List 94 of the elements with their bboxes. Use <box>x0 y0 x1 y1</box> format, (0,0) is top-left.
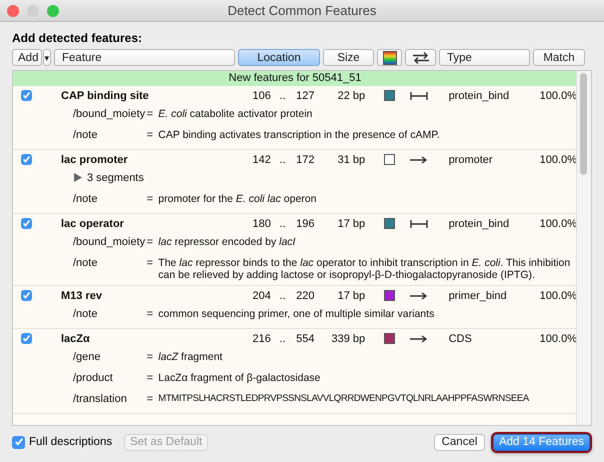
range-separator: .. <box>278 154 287 166</box>
zoom-button[interactable] <box>47 5 59 17</box>
match-percent: 100.0% <box>538 90 577 102</box>
column-header[interactable]: Size <box>323 49 374 66</box>
qualifier-value: The lac repressor binds to the lac operator to inhibit transcription in E. coli. This inhibition can be relieved by adding lactose or isopropyl-β-D-thiogalactopyranoside (IPTG). <box>158 257 572 281</box>
match-percent: 100.0% <box>538 332 577 344</box>
disclosure-triangle-icon[interactable] <box>74 173 82 182</box>
color-spectrum-icon <box>382 50 396 64</box>
checkbox[interactable] <box>21 90 32 101</box>
end-position: 127 <box>296 90 316 102</box>
equals-sign: = <box>146 372 154 384</box>
feature-size: 339 bp <box>330 332 366 344</box>
feature-name: M13 rev <box>61 290 103 302</box>
end-position: 554 <box>296 332 316 344</box>
right-arrow-icon <box>410 334 428 342</box>
checkbox[interactable] <box>21 290 32 301</box>
qualifier-key: /note <box>73 257 147 269</box>
range-bar-icon <box>410 220 428 228</box>
window-title: Detect Common Features <box>228 3 376 18</box>
qualifier-key: /translation <box>73 393 147 405</box>
range-separator: .. <box>278 332 287 344</box>
feature-size: 22 bp <box>336 90 366 102</box>
qualifier-key: /product <box>73 372 147 384</box>
range-separator: .. <box>278 290 287 302</box>
checkbox[interactable] <box>12 436 25 448</box>
right-arrow-icon <box>410 292 428 300</box>
equals-sign: = <box>146 257 154 269</box>
match-percent: 100.0% <box>538 290 577 302</box>
start-position: 204 <box>252 290 271 302</box>
qualifier-value: E. coli catabolite activator protein <box>158 108 314 120</box>
section-heading: Add detected features: <box>12 31 144 45</box>
dropdown-button[interactable]: ▾ <box>43 49 51 66</box>
qualifier-value: promoter for the E. coli lac operon <box>158 193 318 205</box>
swap-arrows-icon <box>412 52 430 64</box>
start-position: 142 <box>252 154 271 166</box>
range-bar-icon <box>410 92 428 100</box>
cancel-button[interactable]: Cancel <box>434 434 485 450</box>
strand-column-button[interactable] <box>405 49 436 66</box>
feature-size: 17 bp <box>336 290 366 302</box>
range-separator: .. <box>278 218 287 230</box>
feature-type: protein_bind <box>448 218 510 230</box>
start-position: 106 <box>252 90 271 102</box>
feature-type: protein_bind <box>448 90 510 102</box>
qualifier-value: MTMITPSLHACRSTLEDPRVPSSNSLAVVLQRRDWENPGVTQLNRLAAHPPFASWRNSEEA <box>158 393 530 404</box>
checkbox-label: Full descriptions <box>29 436 112 448</box>
scrollbar-thumb[interactable] <box>580 73 587 175</box>
qualifier-key: /bound_moiety <box>73 236 147 248</box>
right-arrow-icon <box>410 156 428 164</box>
qualifier-key: /note <box>73 129 147 141</box>
checkbox[interactable] <box>21 154 32 165</box>
feature-type: promoter <box>448 154 494 166</box>
column-header[interactable]: Location <box>238 49 320 66</box>
start-position: 180 <box>252 218 271 230</box>
checkbox[interactable] <box>21 218 32 229</box>
group-header: New features for 50541_51 <box>13 71 577 86</box>
qualifier-key: /bound_moiety <box>73 108 147 120</box>
end-position: 172 <box>296 154 316 166</box>
range-separator: .. <box>278 90 287 102</box>
equals-sign: = <box>146 108 154 120</box>
qualifier-value: lac repressor encoded by lacI <box>158 236 296 248</box>
feature-type: CDS <box>448 332 473 344</box>
segments-toggle[interactable]: 3 segments <box>87 172 144 184</box>
end-position: 220 <box>296 290 316 302</box>
equals-sign: = <box>146 351 154 363</box>
feature-name: CAP binding site <box>61 90 150 102</box>
equals-sign: = <box>146 308 154 320</box>
end-position: 196 <box>296 218 316 230</box>
qualifier-key: /gene <box>73 351 147 363</box>
feature-name: lac operator <box>61 218 125 230</box>
match-percent: 100.0% <box>538 154 577 166</box>
qualifier-value: lacZ fragment <box>158 351 224 363</box>
match-percent: 100.0% <box>538 218 577 230</box>
start-position: 216 <box>252 332 271 344</box>
column-header[interactable]: Type <box>439 49 530 66</box>
qualifier-value: LacZα fragment of β-galactosidase <box>158 372 322 384</box>
add-button[interactable]: Add <box>12 49 42 66</box>
column-header[interactable]: Match <box>533 49 585 66</box>
equals-sign: = <box>146 193 154 205</box>
checkbox[interactable] <box>21 333 32 344</box>
equals-sign: = <box>146 129 154 141</box>
feature-size: 31 bp <box>336 154 366 166</box>
feature-size: 17 bp <box>336 218 366 230</box>
equals-sign: = <box>146 393 154 405</box>
equals-sign: = <box>146 236 154 248</box>
close-button[interactable] <box>7 5 19 17</box>
qualifier-value: CAP binding activates transcription in the presence of cAMP. <box>158 129 441 141</box>
feature-name: lacZα <box>61 332 91 344</box>
feature-name: lac promoter <box>61 154 129 166</box>
qualifier-key: /note <box>73 308 147 320</box>
feature-type: primer_bind <box>448 290 508 302</box>
column-header[interactable]: Feature <box>54 49 235 66</box>
color-column-button[interactable] <box>377 49 402 66</box>
qualifier-value: common sequencing primer, one of multiple similar variants <box>158 308 436 320</box>
qualifier-key: /note <box>73 193 147 205</box>
